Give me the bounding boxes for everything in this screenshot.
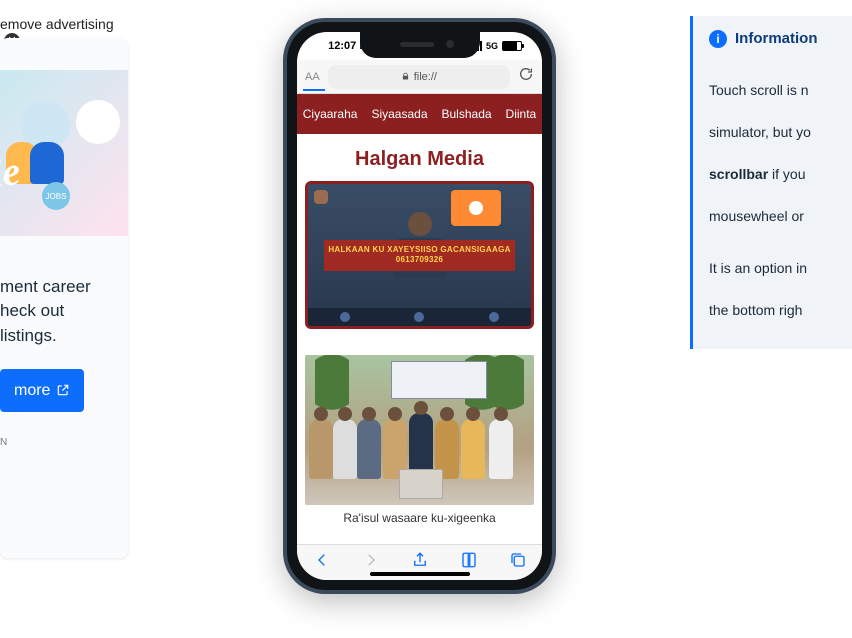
flag-graphic — [451, 190, 501, 226]
address-text: file:// — [414, 71, 437, 83]
text-size-button[interactable]: AA — [305, 71, 320, 83]
article-title: Ra'isul wasaare ku-xigeenka — [305, 505, 534, 525]
reload-button[interactable] — [518, 66, 534, 87]
lock-icon — [401, 72, 410, 81]
battery-icon — [502, 41, 522, 51]
left-ad-panel: emove advertising ✕ JOBS atie ment caree… — [0, 0, 130, 638]
reload-icon — [518, 66, 534, 82]
info-paragraph-1: Touch scroll is n simulator, but yo scro… — [709, 59, 852, 227]
forward-button — [362, 551, 380, 574]
browser-url-bar: AA file:// — [297, 60, 542, 94]
hero-banner[interactable]: HALKAAN KU XAYEYSIISO GACANSIGAAGA 06137… — [305, 181, 534, 329]
tabs-button[interactable] — [509, 551, 527, 574]
phone-screen: 12:07 PM 5G AA file:// Ci — [297, 32, 542, 580]
information-panel: i Information Touch scroll is n simulato… — [690, 16, 852, 349]
sign-graphic — [391, 361, 487, 399]
article-image — [305, 355, 534, 505]
hero-ad-line2: 0613709326 — [328, 255, 511, 265]
hero-ad-strip: HALKAAN KU XAYEYSIISO GACANSIGAAGA 06137… — [324, 240, 515, 271]
article-card[interactable]: Ra'isul wasaare ku-xigeenka — [305, 355, 534, 525]
hero-ad-line1: HALKAAN KU XAYEYSIISO GACANSIGAAGA — [328, 245, 511, 255]
page-viewport[interactable]: Ciyaaraha Siyaasada Bulshada Diinta Halg… — [297, 94, 542, 544]
learn-more-label: more — [14, 379, 50, 402]
bookmarks-button[interactable] — [460, 551, 478, 574]
address-field[interactable]: file:// — [328, 65, 510, 89]
ad-card: JOBS atie ment career heck out listings.… — [0, 38, 128, 558]
remove-advertising-label: emove advertising — [0, 16, 114, 32]
chevron-left-icon — [313, 551, 331, 569]
phone-simulator: 12:07 PM 5G AA file:// Ci — [283, 18, 556, 594]
ad-body-text: ment career heck out listings. — [0, 250, 118, 349]
share-button[interactable] — [411, 551, 429, 574]
foundation-stone-graphic — [399, 469, 443, 499]
hero-corner-badge — [314, 190, 328, 204]
info-paragraph-2: It is an option in the bottom righ — [709, 237, 852, 321]
back-button[interactable] — [313, 551, 331, 574]
nav-bulshada[interactable]: Bulshada — [442, 107, 492, 121]
nav-siyaasada[interactable]: Siyaasada — [371, 107, 427, 121]
phone-notch — [360, 32, 480, 58]
share-icon — [411, 551, 429, 569]
site-nav: Ciyaaraha Siyaasada Bulshada Diinta — [297, 94, 542, 134]
jobs-badge: JOBS — [42, 182, 70, 210]
chevron-right-icon — [362, 551, 380, 569]
info-icon: i — [709, 30, 727, 48]
network-label: 5G — [486, 41, 498, 51]
ad-body: ment career heck out listings. more N — [0, 236, 128, 450]
learn-more-button[interactable]: more — [0, 369, 84, 412]
external-link-icon — [56, 383, 70, 397]
hero-bottom-strip — [308, 308, 531, 326]
info-title: Information — [735, 28, 818, 51]
tabs-icon — [509, 551, 527, 569]
ad-footer: N — [0, 436, 118, 451]
site-title: Halgan Media — [297, 134, 542, 181]
ad-illustration: JOBS atie — [0, 70, 128, 236]
book-icon — [460, 551, 478, 569]
home-indicator[interactable] — [370, 572, 470, 576]
nav-diinta[interactable]: Diinta — [506, 107, 537, 121]
nav-ciyaaraha[interactable]: Ciyaaraha — [303, 107, 358, 121]
